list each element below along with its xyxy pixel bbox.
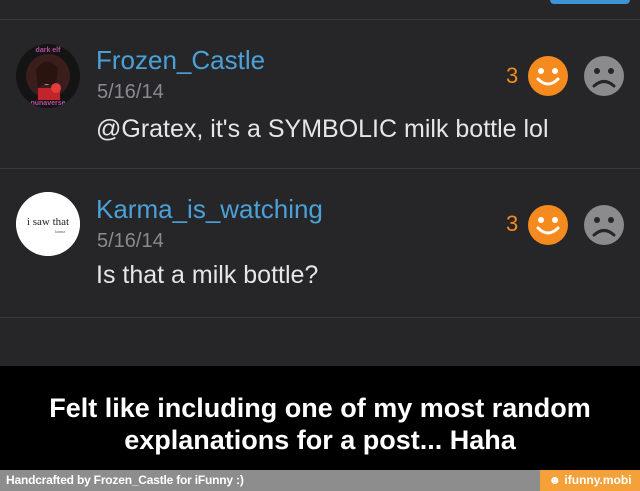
comment-item: i saw that karma Karma_is_watching 5/16/…: [0, 169, 640, 318]
smile-face-icon[interactable]: [527, 55, 569, 97]
frown-face-icon[interactable]: [583, 55, 625, 97]
top-bar: [0, 0, 640, 20]
svg-text:punaverse: punaverse: [30, 100, 65, 107]
avatar-text: i saw that: [27, 216, 69, 228]
avatar-image: dark elf punaverse: [16, 44, 80, 108]
caption-line-2: explanations for a post... Haha: [124, 425, 516, 455]
comment-text: @Gratex, it's a SYMBOLIC milk bottle lol: [96, 115, 549, 143]
top-button[interactable]: [550, 0, 630, 4]
footer-brand-text: ifunny.mobi: [564, 473, 632, 487]
username[interactable]: Frozen_Castle: [96, 45, 265, 76]
avatar-subtext: karma: [55, 229, 65, 234]
footer-credit: Handcrafted by Frozen_Castle for iFunny …: [6, 473, 244, 487]
svg-text:dark elf: dark elf: [36, 47, 62, 54]
meme-caption: Felt like including one of my most rando…: [0, 392, 640, 456]
smile-face-icon[interactable]: [527, 204, 569, 246]
frown-face-icon[interactable]: [583, 204, 625, 246]
comment-date: 5/16/14: [97, 230, 164, 252]
comment-item: dark elf punaverse Frozen_Castle 5/16/14…: [0, 20, 640, 169]
avatar-image: i saw that karma: [16, 192, 80, 256]
comment-text: Is that a milk bottle?: [96, 261, 319, 289]
ifunny-logo-icon: ☻: [548, 473, 565, 487]
comment-date: 5/16/14: [97, 81, 164, 103]
smile-count: 3: [506, 63, 519, 88]
comments-panel: dark elf punaverse Frozen_Castle 5/16/14…: [0, 0, 640, 366]
avatar[interactable]: i saw that karma: [16, 192, 80, 256]
avatar[interactable]: dark elf punaverse: [16, 44, 80, 108]
caption-line-1: Felt like including one of my most rando…: [49, 393, 591, 423]
footer-brand[interactable]: ☻ ifunny.mobi: [540, 470, 640, 491]
smile-count: 3: [506, 211, 519, 236]
username[interactable]: Karma_is_watching: [96, 194, 323, 225]
footer-bar: Handcrafted by Frozen_Castle for iFunny …: [0, 470, 640, 491]
